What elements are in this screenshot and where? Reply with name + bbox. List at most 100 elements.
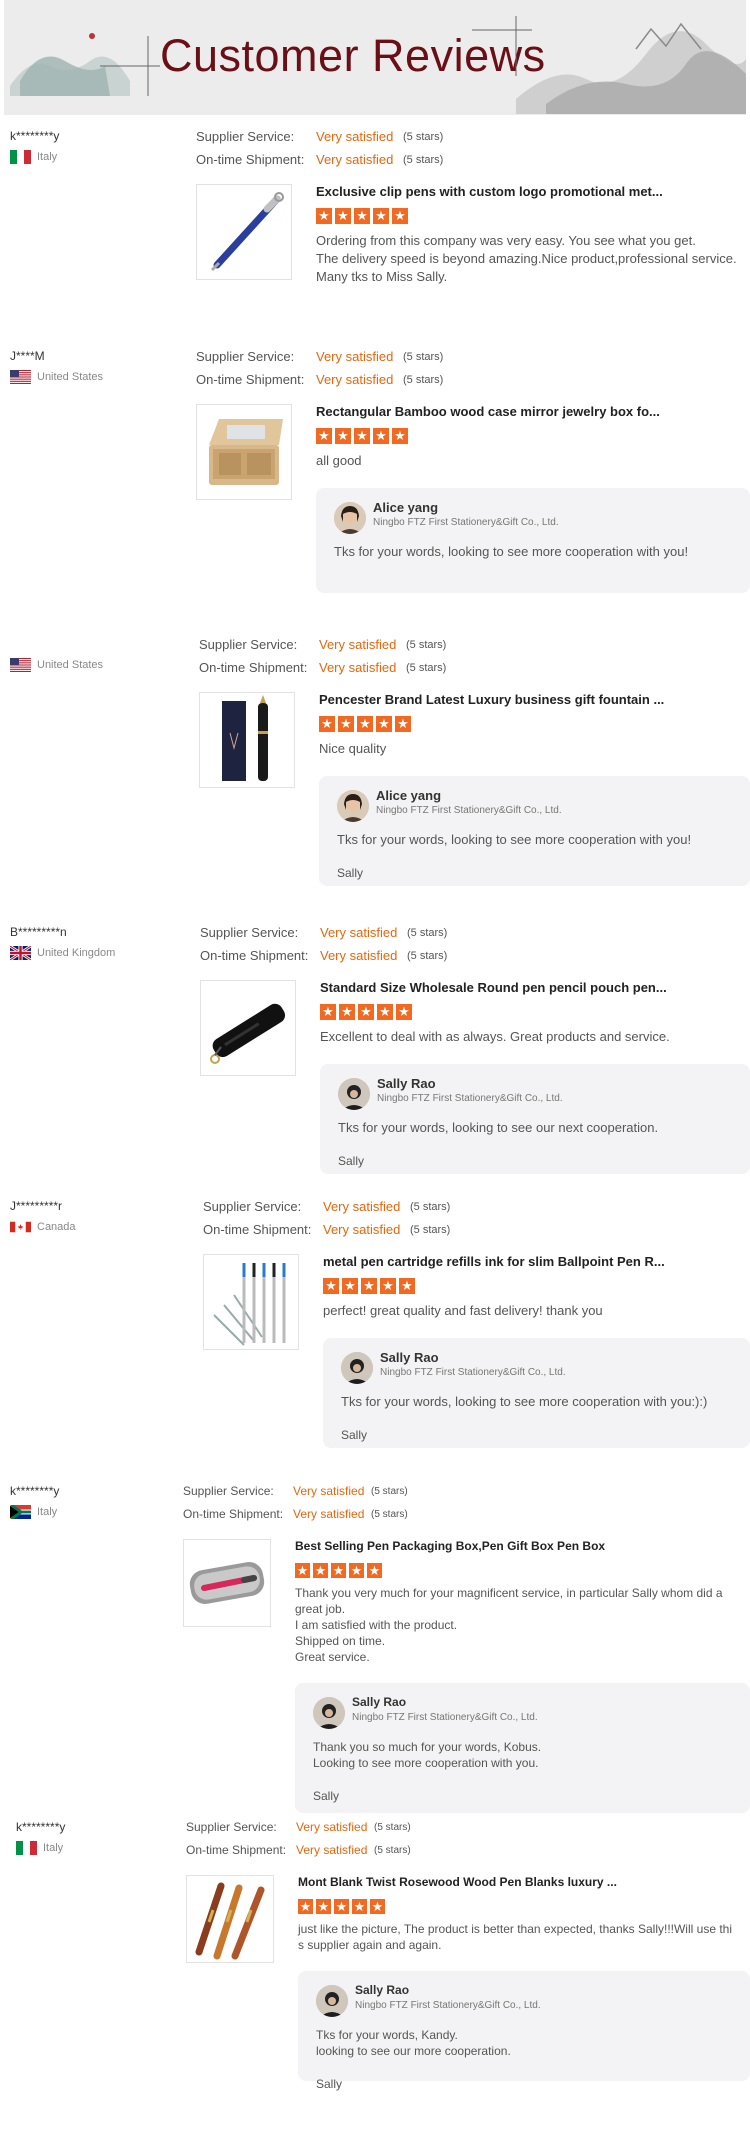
reviewer-country: Canada bbox=[10, 1220, 76, 1234]
shipment-value: Very satisfied bbox=[323, 1222, 401, 1237]
star-icon: ★ bbox=[313, 1562, 328, 1578]
star-icon: ★ bbox=[334, 1898, 349, 1914]
star-icon: ★ bbox=[367, 1562, 382, 1578]
star-icon: ★ bbox=[331, 1562, 346, 1578]
avatar bbox=[337, 790, 369, 822]
review-text: all good bbox=[316, 453, 362, 468]
supplier-stars-text: (5 stars) bbox=[410, 1200, 451, 1213]
uk-flag-icon bbox=[10, 946, 31, 960]
supplier-rating-row: Supplier Service: Very satisfied (5 stars) bbox=[183, 1484, 408, 1498]
product-title-link[interactable]: Mont Blank Twist Rosewood Wood Pen Blank… bbox=[298, 1875, 617, 1889]
country-label: United States bbox=[37, 371, 104, 383]
star-rating: ★ ★ ★ ★ ★ bbox=[316, 208, 408, 224]
star-rating: ★ ★ ★ ★ ★ bbox=[298, 1899, 385, 1914]
review-card: J*********r Canada Supplier Service: Very s… bbox=[0, 1192, 750, 1452]
shipment-rating-row: On-time Shipment: Very satisfied (5 stars) bbox=[196, 372, 443, 387]
review-card: k********y Italy Supplier Service: Very sat… bbox=[0, 1813, 750, 2091]
reply-author: Sally Rao bbox=[352, 1695, 407, 1709]
supplier-rating-row: Supplier Service: Very satisfied (5 stars) bbox=[199, 637, 446, 652]
shipment-stars-text: (5 stars) bbox=[406, 661, 447, 674]
seller-reply: Alice yang Ningbo FTZ First Stationery&Gi… bbox=[319, 776, 750, 886]
star-icon: ★ bbox=[380, 1278, 396, 1294]
star-icon: ★ bbox=[295, 1562, 310, 1578]
star-icon: ★ bbox=[298, 1898, 313, 1914]
product-title-link[interactable]: Standard Size Wholesale Round pen pencil… bbox=[320, 980, 667, 995]
avatar bbox=[341, 1352, 373, 1384]
reviewer-country: Italy bbox=[10, 1505, 57, 1519]
star-icon: ★ bbox=[342, 1278, 358, 1294]
star-icon: ★ bbox=[339, 1004, 355, 1020]
seller-reply: Sally Rao Ningbo FTZ First Stationery&Gif… bbox=[323, 1338, 750, 1448]
star-icon: ★ bbox=[392, 208, 408, 224]
star-icon: ★ bbox=[354, 208, 370, 224]
reply-company: Ningbo FTZ First Stationery&Gift Co., Lt… bbox=[377, 1093, 563, 1104]
shipment-value: Very satisfied bbox=[316, 372, 394, 387]
review-text: Nice quality bbox=[319, 741, 387, 756]
shipment-rating-row: On-time Shipment: Very satisfied (5 stars) bbox=[183, 1507, 408, 1521]
star-rating: ★ ★ ★ ★ ★ bbox=[295, 1563, 382, 1578]
reply-company: Ningbo FTZ First Stationery&Gift Co., Lt… bbox=[376, 805, 562, 816]
reviewer-name: J*********r bbox=[10, 1199, 63, 1213]
reply-company: Ningbo FTZ First Stationery&Gift Co., Lt… bbox=[355, 2000, 541, 2011]
product-title-link[interactable]: Pencester Brand Latest Luxury business g… bbox=[319, 692, 664, 707]
product-image[interactable] bbox=[199, 692, 295, 788]
supplier-value: Very satisfied bbox=[323, 1199, 401, 1214]
shipment-rating-row: On-time Shipment: Very satisfied (5 stars) bbox=[203, 1222, 450, 1237]
reply-text: Tks for your words, Kandy. looking to see… bbox=[316, 2028, 511, 2058]
supplier-value: Very satisfied bbox=[319, 637, 397, 652]
supplier-label: Supplier Service: bbox=[199, 637, 298, 652]
supplier-rating-row: Supplier Service: Very satisfied (5 stars) bbox=[196, 349, 443, 364]
reviews-banner: Customer Reviews bbox=[4, 0, 746, 115]
review-text: Thank you very much for your magnificent… bbox=[295, 1586, 723, 1664]
product-title-link[interactable]: Rectangular Bamboo wood case mirror jewe… bbox=[316, 404, 660, 419]
wood-pens-icon bbox=[187, 1876, 273, 1962]
star-icon: ★ bbox=[373, 208, 389, 224]
product-image[interactable] bbox=[200, 980, 296, 1076]
supplier-rating-row: Supplier Service: Very satisfied (5 stars) bbox=[186, 1820, 411, 1834]
reviewer-name: J****M bbox=[10, 349, 45, 363]
star-icon: ★ bbox=[399, 1278, 415, 1294]
shipment-label: On-time Shipment: bbox=[196, 152, 305, 167]
reply-text: Tks for your words, looking to see more … bbox=[341, 1394, 708, 1409]
product-image[interactable] bbox=[203, 1254, 299, 1350]
product-image[interactable] bbox=[186, 1875, 274, 1963]
pen-pouch-icon bbox=[201, 981, 295, 1075]
country-label: Italy bbox=[37, 151, 58, 163]
product-title-link[interactable]: Exclusive clip pens with custom logo pro… bbox=[316, 184, 663, 199]
product-image[interactable] bbox=[196, 184, 292, 280]
product-title-link[interactable]: metal pen cartridge refills ink for slim… bbox=[323, 1254, 665, 1269]
reply-text: Tks for your words, looking to see more … bbox=[337, 832, 692, 847]
reply-author: Sally Rao bbox=[355, 1983, 410, 1997]
reply-signature: Sally bbox=[337, 866, 364, 880]
star-icon: ★ bbox=[373, 428, 389, 444]
pen-refills-icon bbox=[204, 1255, 298, 1349]
seller-reply: Sally Rao Ningbo FTZ First Stationery&Gif… bbox=[295, 1683, 750, 1813]
reviewer-name: k********y bbox=[10, 129, 60, 143]
star-icon: ★ bbox=[316, 208, 332, 224]
reviewer-country: United States bbox=[10, 370, 103, 384]
star-icon: ★ bbox=[396, 1004, 412, 1020]
reply-signature: Sally bbox=[341, 1428, 368, 1442]
star-rating: ★ ★ ★ ★ ★ bbox=[316, 428, 408, 444]
reviewer-country: United Kingdom bbox=[10, 946, 115, 960]
review-text: perfect! great quality and fast delivery… bbox=[323, 1303, 603, 1318]
star-icon: ★ bbox=[319, 716, 335, 732]
product-title-link[interactable]: Best Selling Pen Packaging Box,Pen Gift … bbox=[295, 1539, 605, 1553]
bamboo-box-icon bbox=[197, 405, 291, 499]
star-icon: ★ bbox=[370, 1898, 385, 1914]
shipment-stars-text: (5 stars) bbox=[371, 1508, 408, 1520]
review-card: United States Supplier Service: Very satis… bbox=[0, 630, 750, 890]
supplier-label: Supplier Service: bbox=[196, 349, 295, 364]
mountain-right-icon bbox=[516, 22, 746, 114]
product-image[interactable] bbox=[183, 1539, 271, 1627]
star-rating: ★ ★ ★ ★ ★ bbox=[320, 1004, 412, 1020]
reply-author: Alice yang bbox=[376, 788, 442, 803]
reply-author: Alice yang bbox=[373, 500, 439, 515]
supplier-label: Supplier Service: bbox=[196, 129, 295, 144]
supplier-value: Very satisfied bbox=[316, 129, 394, 144]
reviewer-country: United States bbox=[10, 658, 103, 672]
country-label: United Kingdom bbox=[37, 947, 116, 959]
product-image[interactable] bbox=[196, 404, 292, 500]
supplier-stars-text: (5 stars) bbox=[407, 926, 448, 939]
south-africa-flag-icon bbox=[10, 1505, 31, 1519]
